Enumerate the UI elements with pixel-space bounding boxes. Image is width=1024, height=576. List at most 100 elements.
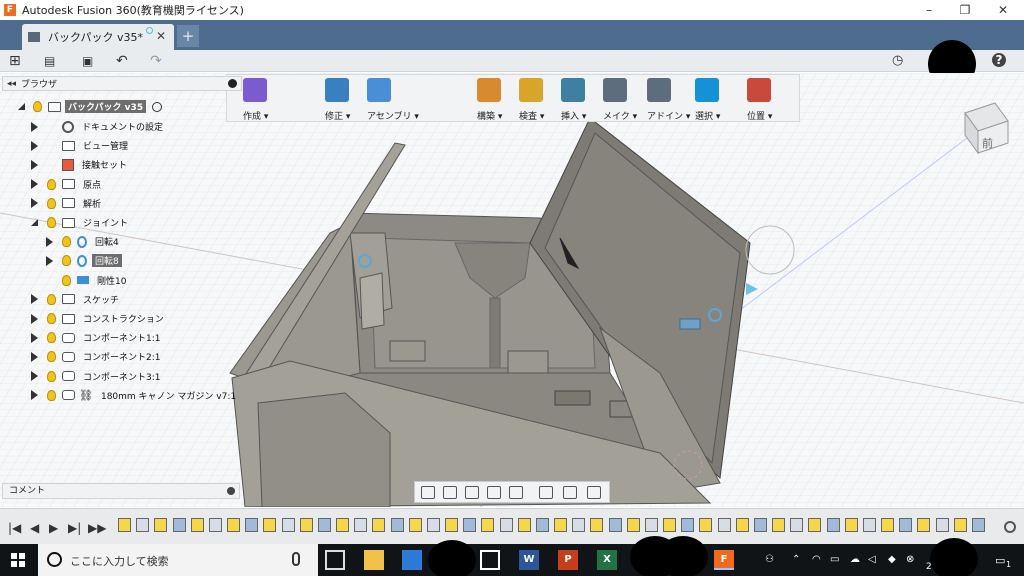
- timeline-feature-icon[interactable]: [753, 518, 767, 532]
- notifications-icon[interactable]: ▭: [995, 554, 1005, 567]
- expand-arrow-icon[interactable]: [31, 332, 38, 343]
- close-button[interactable]: ✕: [986, 0, 1020, 20]
- timeline-feature-icon[interactable]: [118, 518, 131, 532]
- timeline-feature-icon[interactable]: [227, 518, 240, 532]
- expand-arrow-icon[interactable]: [46, 255, 53, 266]
- taskbar-search-box[interactable]: ここに入力して検索: [38, 544, 318, 576]
- ribbon-tool-icon[interactable]: [477, 78, 501, 102]
- timeline-feature-icon[interactable]: [190, 518, 204, 532]
- microphone-icon[interactable]: [292, 552, 300, 566]
- timeline-feature-icon[interactable]: [372, 518, 386, 532]
- ribbon-group-label[interactable]: アセンブリ ▾: [367, 109, 419, 122]
- timeline-feature-icon[interactable]: [917, 518, 931, 532]
- comments-panel[interactable]: コメント: [2, 483, 240, 499]
- timeline-feature-icon[interactable]: [299, 518, 313, 532]
- expand-arrow-icon[interactable]: [31, 198, 38, 209]
- excel-icon[interactable]: X: [597, 550, 617, 570]
- browser-tree-row[interactable]: 解析: [31, 195, 104, 212]
- orbit-icon[interactable]: [421, 486, 435, 499]
- expand-arrow-icon[interactable]: [31, 313, 38, 324]
- restore-button[interactable]: ❐: [948, 0, 982, 20]
- document-tab[interactable]: バックパック v35* ✕: [22, 24, 174, 50]
- timeline-feature-icon[interactable]: [154, 518, 168, 532]
- tray-chevron-icon[interactable]: ⌃: [792, 554, 800, 565]
- tray-close-icon[interactable]: ⊗: [906, 554, 914, 565]
- ribbon-tool-icon[interactable]: [603, 78, 627, 102]
- timeline-feature-icon[interactable]: [572, 518, 586, 532]
- expand-arrow-icon[interactable]: [31, 351, 38, 362]
- ribbon-group-label[interactable]: 修正 ▾: [325, 109, 350, 122]
- timeline-feature-icon[interactable]: [499, 518, 513, 532]
- timeline-feature-icon[interactable]: [263, 518, 277, 532]
- expand-arrow-icon[interactable]: [18, 103, 25, 110]
- browser-item-label[interactable]: スケッチ: [80, 293, 122, 306]
- ribbon-tool-icon[interactable]: [325, 78, 349, 102]
- ribbon-tool-icon[interactable]: [367, 78, 391, 102]
- people-icon[interactable]: ⚇: [765, 554, 774, 565]
- fit-icon[interactable]: [509, 486, 523, 499]
- browser-item-label[interactable]: 回転8: [92, 254, 122, 268]
- visibility-bulb-icon[interactable]: [47, 370, 56, 382]
- network-icon[interactable]: ◠: [812, 554, 821, 565]
- browser-item-label[interactable]: コンポーネント2:1: [80, 350, 164, 363]
- browser-tree-row[interactable]: ⛓ 180mm キャノン マガジン v7:1: [31, 387, 239, 404]
- volume-icon[interactable]: ◁: [868, 554, 876, 565]
- timeline-feature-icon[interactable]: [626, 518, 640, 532]
- expand-arrow-icon[interactable]: [31, 219, 38, 226]
- timeline-feature-icon[interactable]: [481, 518, 495, 532]
- viewports-icon[interactable]: [587, 486, 601, 499]
- file-menu-icon[interactable]: ▤: [44, 53, 55, 69]
- timeline-play-button[interactable]: ▶: [49, 521, 58, 535]
- redo-icon[interactable]: ↷: [150, 53, 162, 69]
- browser-item-label[interactable]: 解析: [80, 197, 104, 210]
- timeline-feature-icon[interactable]: [590, 518, 604, 532]
- browser-item-label[interactable]: 回転4: [92, 235, 122, 248]
- timeline-feature-icon[interactable]: [881, 518, 894, 532]
- mail-icon[interactable]: [480, 550, 500, 570]
- ribbon-group-label[interactable]: 選択 ▾: [695, 109, 720, 122]
- timeline-feature-icon[interactable]: [408, 518, 422, 532]
- new-tab-button[interactable]: +: [177, 25, 199, 47]
- visibility-bulb-icon[interactable]: [47, 178, 56, 190]
- browser-tree-row[interactable]: コンポーネント1:1: [31, 329, 164, 346]
- timeline-feature-icon[interactable]: [844, 518, 858, 532]
- browser-root-label[interactable]: バックパック v35: [65, 100, 147, 113]
- timeline-start-button[interactable]: |◀: [8, 521, 21, 535]
- browser-item-label[interactable]: ビュー管理: [80, 139, 131, 152]
- ribbon-group-label[interactable]: 挿入 ▾: [561, 109, 586, 122]
- add-comment-icon[interactable]: [227, 487, 235, 495]
- visibility-bulb-icon[interactable]: [47, 332, 56, 344]
- timeline-back-button[interactable]: ◀: [30, 521, 39, 535]
- timeline-feature-icon[interactable]: [517, 518, 531, 532]
- browser-tree-row[interactable]: 接触セット: [31, 156, 130, 173]
- browser-tree-row[interactable]: ドキュメントの設定: [31, 118, 166, 135]
- timeline-feature-icon[interactable]: [663, 518, 676, 532]
- browser-item-label[interactable]: 接触セット: [79, 158, 130, 171]
- ribbon-tool-icon[interactable]: [695, 78, 719, 102]
- visibility-bulb-icon[interactable]: [62, 274, 71, 286]
- visibility-bulb-icon[interactable]: [47, 313, 56, 324]
- visibility-bulb-icon[interactable]: [47, 389, 56, 401]
- timeline-feature-icon[interactable]: [772, 518, 785, 532]
- visibility-bulb-icon[interactable]: [47, 293, 56, 305]
- timeline-feature-icon[interactable]: [790, 518, 804, 532]
- ribbon-tool-icon[interactable]: [519, 78, 543, 102]
- timeline-feature-icon[interactable]: [390, 518, 404, 532]
- timeline-feature-icon[interactable]: [699, 518, 713, 532]
- timeline-feature-icon[interactable]: [317, 518, 331, 532]
- timeline-forward-button[interactable]: ▶|: [68, 521, 81, 535]
- timeline-feature-icon[interactable]: [445, 518, 458, 532]
- browser-item-label[interactable]: コンストラクション: [80, 312, 167, 325]
- windows-start-icon[interactable]: [11, 553, 25, 567]
- expand-arrow-icon[interactable]: [31, 159, 38, 170]
- ribbon-tool-icon[interactable]: [243, 78, 267, 102]
- ribbon-group-label[interactable]: 検査 ▾: [519, 109, 544, 122]
- timeline-end-button[interactable]: ▶▶: [88, 521, 106, 535]
- browser-item-label[interactable]: ジョイント: [80, 216, 131, 229]
- timeline-feature-icon[interactable]: [136, 518, 150, 532]
- save-icon[interactable]: ▣: [82, 53, 93, 69]
- visibility-bulb-icon[interactable]: [47, 197, 56, 209]
- browser-item-label[interactable]: ドキュメントの設定: [79, 120, 166, 133]
- expand-arrow-icon[interactable]: [31, 121, 38, 132]
- ribbon-tool-icon[interactable]: [747, 78, 771, 102]
